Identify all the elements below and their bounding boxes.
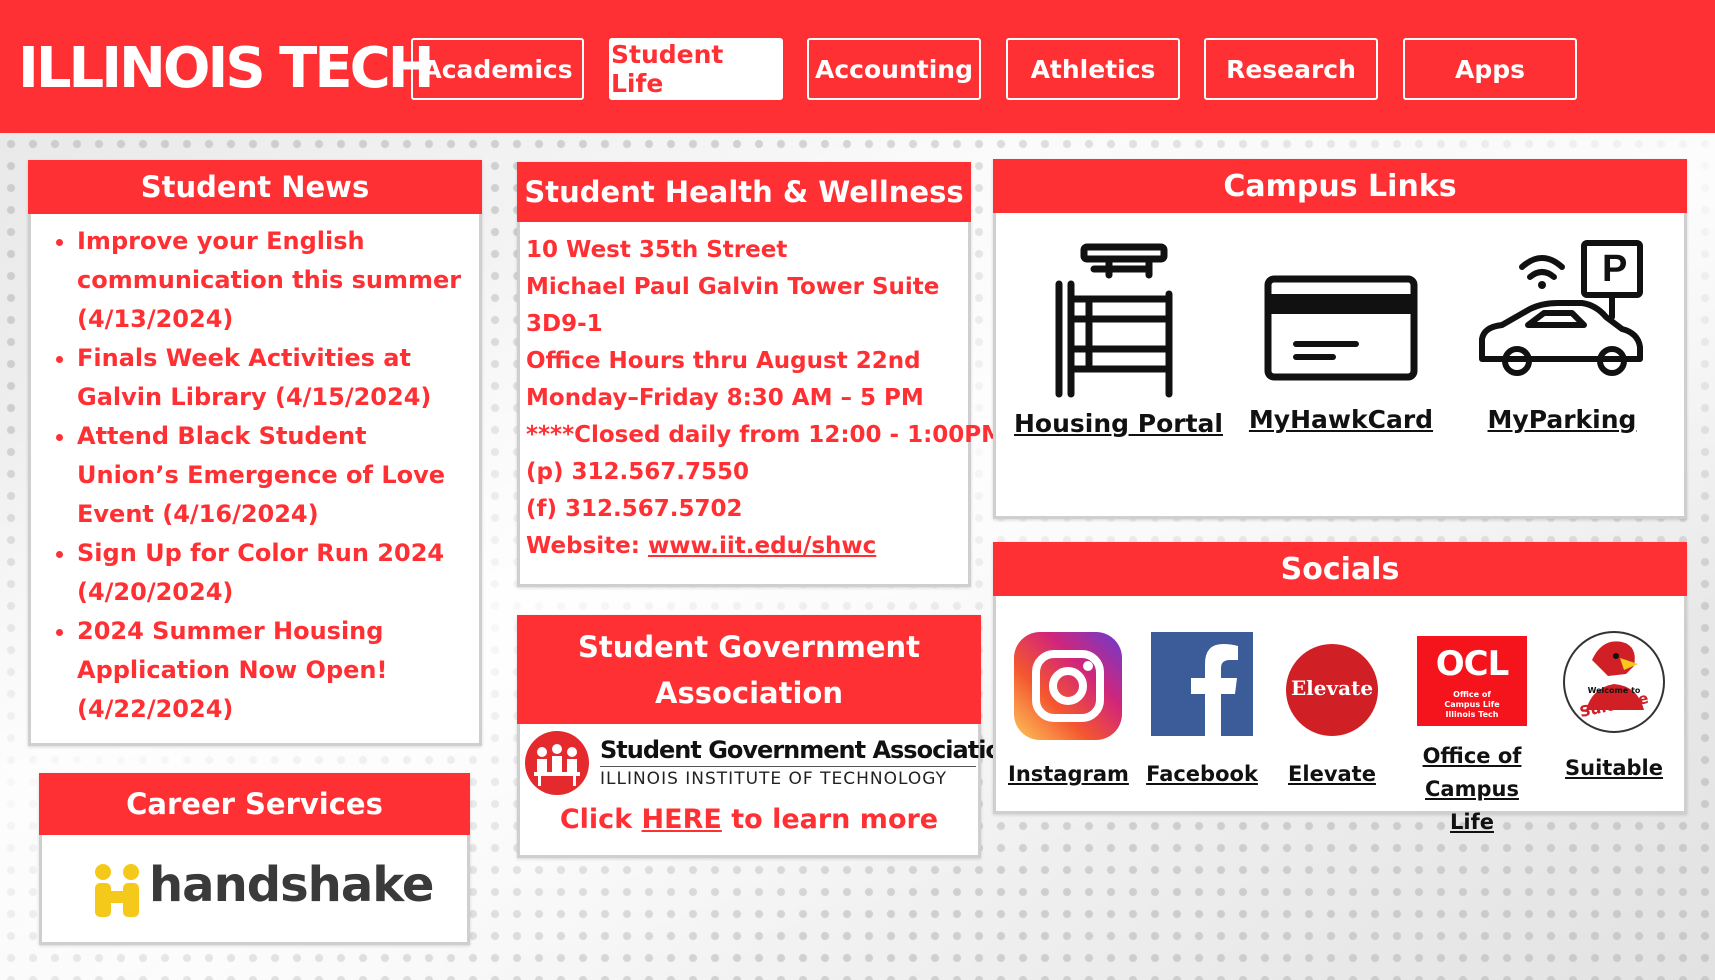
suitable-link[interactable]: Welcome to Suitable Suitable bbox=[1552, 630, 1676, 785]
instagram-link[interactable]: Instagram bbox=[1008, 632, 1129, 791]
elevate-label: Elevate bbox=[1288, 762, 1376, 786]
handshake-logo-text: handshake bbox=[149, 857, 434, 913]
news-list: Improve your English communication this … bbox=[31, 222, 479, 729]
sga-cta-prefix: Click bbox=[559, 804, 642, 835]
sga-cta-suffix: to learn more bbox=[721, 804, 939, 835]
facebook-icon bbox=[1151, 632, 1253, 736]
instagram-icon bbox=[1014, 632, 1122, 740]
news-item[interactable]: Attend Black Student Union’s Emergence o… bbox=[77, 417, 469, 534]
handshake-logo-icon bbox=[95, 864, 139, 917]
career-services-title: Career Services bbox=[39, 773, 470, 835]
ocl-icon-text: OCL bbox=[1435, 644, 1510, 684]
ocl-link[interactable]: OCL Office of Campus Life Illinois Tech … bbox=[1410, 636, 1534, 839]
ocl-icon-subtext: Office of Campus Life Illinois Tech bbox=[1444, 690, 1500, 719]
health-fax: (f) 312.567.5702 bbox=[526, 496, 743, 522]
nav-apps[interactable]: Apps bbox=[1403, 38, 1577, 100]
news-item[interactable]: Finals Week Activities at Galvin Library… bbox=[77, 339, 469, 417]
health-closed-line: ****Closed daily from 12:00 - 1:00PM bbox=[526, 422, 1005, 448]
health-hours-line: Monday–Friday 8:30 AM – 5 PM bbox=[526, 385, 924, 411]
sga-banner[interactable]: Student Government Association ILLINOIS … bbox=[520, 724, 1018, 804]
health-wellness-card: Student Health & Wellness 10 West 35th S… bbox=[517, 162, 1005, 587]
health-website-line: Website: www.iit.edu/shwc bbox=[526, 528, 964, 565]
sga-card: Student Government Association Student G… bbox=[517, 615, 1018, 858]
elevate-link[interactable]: Elevate Elevate bbox=[1272, 632, 1392, 791]
sga-here-link[interactable]: HERE bbox=[642, 804, 722, 835]
sga-banner-divider bbox=[600, 766, 976, 767]
nav-research[interactable]: Research bbox=[1204, 38, 1378, 100]
sga-cta: Click HERE to learn more bbox=[520, 804, 978, 835]
nav-athletics[interactable]: Athletics bbox=[1006, 38, 1180, 100]
health-info: 10 West 35th Street Michael Paul Galvin … bbox=[520, 222, 1005, 565]
top-header: ILLINOIS TECH Academics Student Life Acc… bbox=[0, 0, 1715, 133]
news-item[interactable]: 2024 Summer Housing Application Now Open… bbox=[77, 612, 469, 729]
health-wellness-title: Student Health & Wellness bbox=[517, 162, 971, 222]
myparking-link[interactable]: P MyParking bbox=[1462, 239, 1662, 434]
svg-text:P: P bbox=[1602, 248, 1627, 290]
health-address-line: 3D9-1 bbox=[526, 311, 603, 337]
student-news-card: Student News Improve your English commun… bbox=[28, 160, 482, 746]
campus-links-title: Campus Links bbox=[993, 159, 1687, 213]
health-address-line: 10 West 35th Street bbox=[526, 237, 788, 263]
illinois-tech-logo[interactable]: ILLINOIS TECH bbox=[18, 38, 435, 100]
myparking-label: MyParking bbox=[1487, 405, 1637, 434]
housing-portal-label: Housing Portal bbox=[1014, 409, 1223, 438]
health-hours-line: Office Hours thru August 22nd bbox=[526, 348, 921, 374]
student-news-title: Student News bbox=[28, 160, 482, 214]
health-address-line: Michael Paul Galvin Tower Suite bbox=[526, 274, 940, 300]
bunk-bed-icon bbox=[1055, 243, 1173, 398]
nav-student-life[interactable]: Student Life bbox=[609, 38, 783, 100]
facebook-link[interactable]: Facebook bbox=[1142, 632, 1262, 791]
handshake-link[interactable]: handshake bbox=[42, 835, 467, 942]
myhawkcard-link[interactable]: MyHawkCard bbox=[1241, 239, 1441, 434]
nav-academics[interactable]: Academics bbox=[411, 38, 584, 100]
myhawkcard-label: MyHawkCard bbox=[1248, 405, 1434, 434]
website-label: Website: bbox=[526, 533, 648, 559]
sga-banner-subtitle: ILLINOIS INSTITUTE OF TECHNOLOGY bbox=[600, 769, 947, 789]
suitable-label: Suitable bbox=[1565, 756, 1663, 780]
nav-accounting[interactable]: Accounting bbox=[807, 38, 981, 100]
sga-banner-title: Student Government Association bbox=[600, 736, 1018, 764]
sga-logo-icon bbox=[525, 731, 589, 795]
instagram-label: Instagram bbox=[1008, 762, 1129, 786]
parking-car-icon: P bbox=[1479, 240, 1643, 376]
socials-title: Socials bbox=[993, 542, 1687, 596]
ocl-label: Office of Campus Life bbox=[1422, 744, 1522, 834]
sga-title: Student Government Association bbox=[517, 615, 981, 724]
news-item[interactable]: Improve your English communication this … bbox=[77, 222, 469, 339]
housing-portal-link[interactable]: Housing Portal bbox=[1014, 239, 1223, 438]
elevate-icon-text: Elevate bbox=[1290, 676, 1374, 700]
health-website-link[interactable]: www.iit.edu/shwc bbox=[648, 533, 876, 559]
health-phone: (p) 312.567.7550 bbox=[526, 459, 750, 485]
id-card-icon bbox=[1264, 275, 1418, 381]
socials-card: Socials Instagram Facebook Elevate Eleva… bbox=[993, 542, 1687, 834]
career-services-card: Career Services handshake bbox=[39, 773, 470, 945]
ocl-icon: OCL Office of Campus Life Illinois Tech bbox=[1417, 636, 1527, 726]
facebook-label: Facebook bbox=[1146, 762, 1258, 786]
campus-links-card: Campus Links Housing Portal MyHawkCard P… bbox=[993, 159, 1687, 519]
news-item[interactable]: Sign Up for Color Run 2024 (4/20/2024) bbox=[77, 534, 469, 612]
